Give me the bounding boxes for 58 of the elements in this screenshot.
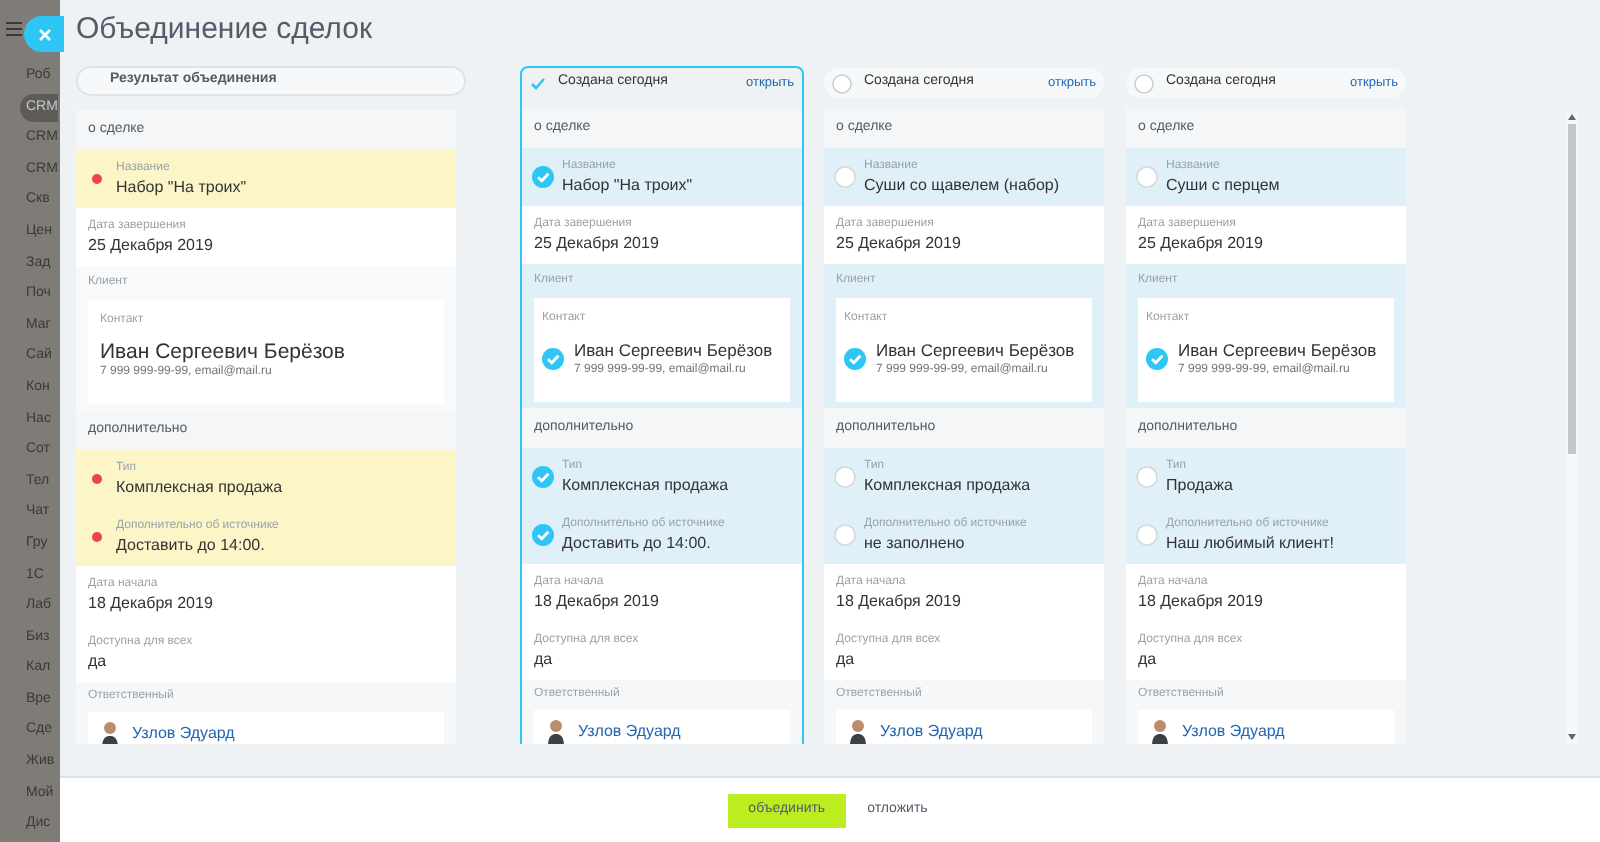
field-value: 18 Декабря 2019 <box>1138 590 1265 612</box>
field-value: Наш любимый клиент! <box>1166 532 1335 554</box>
field-value: 18 Декабря 2019 <box>88 592 215 614</box>
field-value: Набор "На троих" <box>116 176 247 198</box>
field-value: Суши со щавелем (набор) <box>864 174 1060 196</box>
field-value: 18 Декабря 2019 <box>534 590 661 612</box>
radio-button[interactable] <box>1135 524 1157 546</box>
field-value: Продажа <box>1166 474 1233 496</box>
checked-radio[interactable] <box>844 347 866 369</box>
person-avatar-icon <box>1150 718 1170 744</box>
radio-button[interactable] <box>1135 166 1157 188</box>
field-value: да <box>1138 648 1159 670</box>
scrollbar[interactable] <box>1566 114 1578 744</box>
checked-radio[interactable] <box>1146 347 1168 369</box>
dialog-title: Объединение сделок <box>76 9 373 50</box>
field-value: 25 Декабря 2019 <box>836 232 963 254</box>
close-icon <box>37 27 51 41</box>
contact-name: Иван Сергеевич Берёзов <box>574 338 773 362</box>
radio-button[interactable] <box>832 73 852 93</box>
checked-radio[interactable] <box>531 524 553 546</box>
checked-radio[interactable] <box>542 347 564 369</box>
person-avatar-icon <box>546 718 566 744</box>
field-value: да <box>836 648 857 670</box>
field-value: не заполнено <box>864 532 967 554</box>
field-value: Доставить до 14:00. <box>116 534 267 556</box>
field-value: Доставить до 14:00. <box>562 532 713 554</box>
field-value: да <box>534 648 555 670</box>
close-button[interactable] <box>24 16 64 52</box>
check-icon <box>530 76 546 90</box>
contact-name: Иван Сергеевич Берёзов <box>100 340 345 364</box>
person-avatar-icon <box>100 720 120 744</box>
person-avatar-icon <box>848 718 868 744</box>
radio-button[interactable] <box>833 524 855 546</box>
radio-button[interactable] <box>1134 73 1154 93</box>
field-value: Комплексная продажа <box>562 474 729 496</box>
menu-icon[interactable] <box>6 22 22 36</box>
contact-name: Иван Сергеевич Берёзов <box>876 338 1075 362</box>
user-link[interactable]: Узлов Эдуард <box>880 718 983 744</box>
field-value: да <box>88 650 109 672</box>
radio-button[interactable] <box>1135 466 1157 488</box>
checked-radio[interactable] <box>531 466 553 488</box>
field-value: 25 Декабря 2019 <box>534 232 661 254</box>
scroll-down-icon[interactable] <box>1568 734 1576 740</box>
user-link[interactable]: Узлов Эдуард <box>1182 718 1285 744</box>
user-link[interactable]: Узлов Эдуард <box>578 718 681 744</box>
scroll-up-icon[interactable] <box>1568 114 1576 120</box>
radio-button[interactable] <box>833 466 855 488</box>
field-value: 25 Декабря 2019 <box>88 234 215 256</box>
field-value: Набор "На троих" <box>562 174 693 196</box>
checked-radio[interactable] <box>531 166 553 188</box>
user-link[interactable]: Узлов Эдуард <box>132 720 235 744</box>
field-value: Комплексная продажа <box>864 474 1031 496</box>
field-value: Суши с перцем <box>1166 174 1280 196</box>
field-value: 25 Декабря 2019 <box>1138 232 1265 254</box>
field-value: 18 Декабря 2019 <box>836 590 963 612</box>
field-value: Комплексная продажа <box>116 476 283 498</box>
radio-button[interactable] <box>833 166 855 188</box>
contact-name: Иван Сергеевич Берёзов <box>1178 338 1377 362</box>
